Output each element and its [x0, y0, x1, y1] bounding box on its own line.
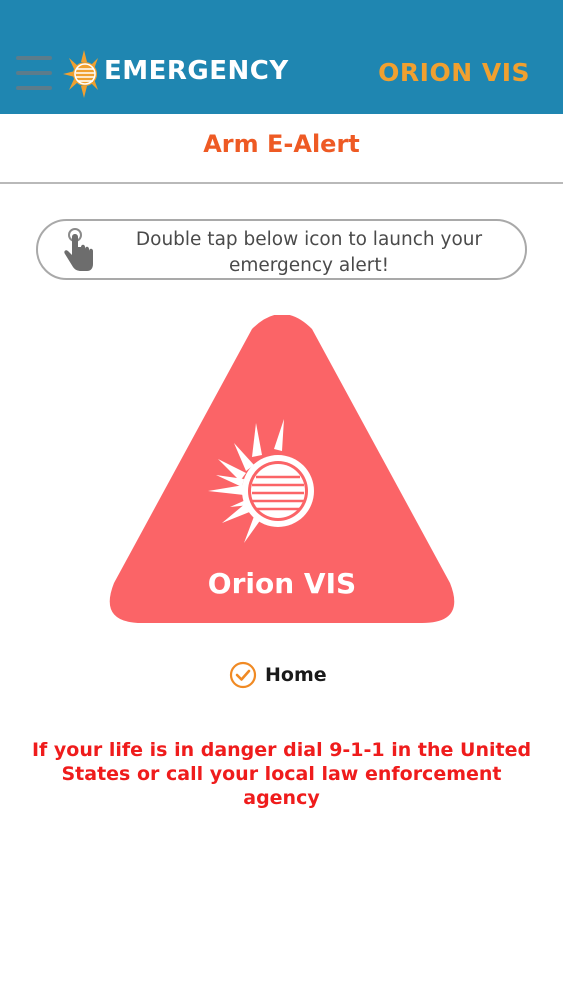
instruction-banner: Double tap below icon to launch your eme… — [36, 219, 527, 280]
brand-name: ORION VIS — [378, 58, 530, 87]
emergency-logo-icon — [63, 50, 98, 98]
logo-text: EMERGENCY — [104, 56, 289, 86]
warning-line-3: agency — [243, 787, 320, 809]
emergency-warning-text: If your life is in danger dial 9-1-1 in … — [30, 738, 533, 810]
tap-hand-icon — [64, 228, 93, 271]
title-divider — [0, 182, 563, 184]
instruction-line-2: emergency alert! — [228, 255, 390, 276]
home-label: Home — [265, 664, 327, 686]
check-circle-icon[interactable] — [229, 661, 257, 689]
app-header: EMERGENCY ORION VIS — [0, 0, 563, 114]
hamburger-menu-icon[interactable] — [14, 54, 54, 94]
app-screen: EMERGENCY ORION VIS Arm E-Alert Double t… — [0, 0, 563, 1000]
page-title: Arm E-Alert — [203, 130, 360, 158]
warning-line-1: If your life is in danger dial 9-1-1 in … — [31, 739, 532, 761]
launch-alert-button[interactable]: Orion VIS — [104, 315, 460, 627]
alert-button-label: Orion VIS — [207, 567, 357, 600]
warning-line-2: States or call your local law enforcemen… — [61, 763, 502, 785]
location-option-home[interactable]: Home — [229, 660, 327, 690]
instruction-line-1: Double tap below icon to launch your — [135, 229, 483, 250]
instruction-text: Double tap below icon to launch your eme… — [104, 227, 514, 279]
orion-sun-logo-icon — [208, 419, 314, 543]
